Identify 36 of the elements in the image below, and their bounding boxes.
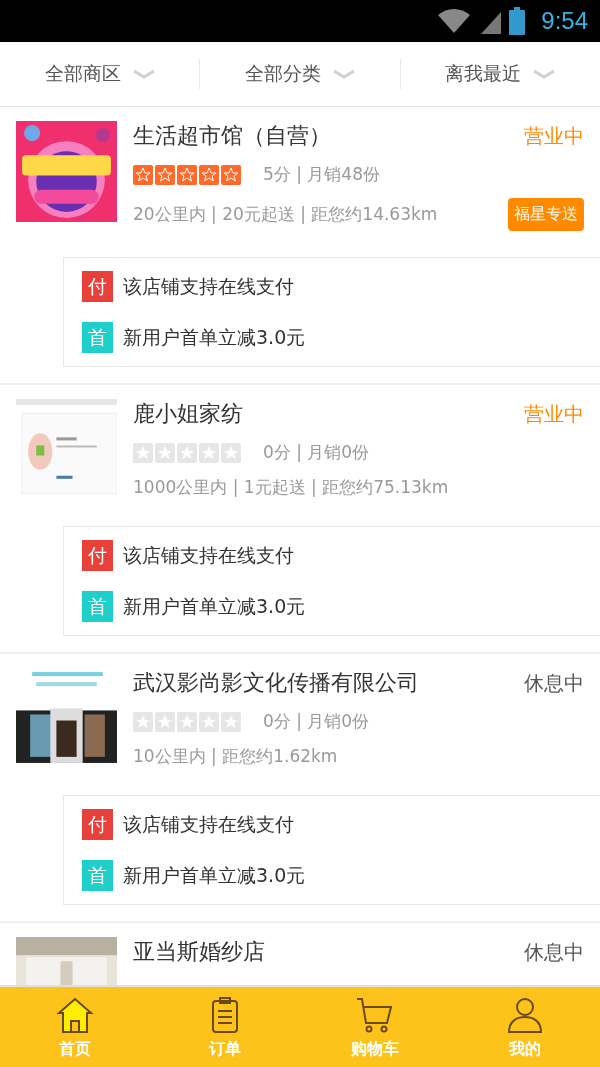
filter-dropdown[interactable]: 全部商区	[0, 59, 200, 89]
promo-text: 该店铺支持在线支付	[123, 811, 294, 837]
promo-text: 该店铺支持在线支付	[123, 542, 294, 568]
store-name[interactable]: 鹿小姐家纺	[133, 399, 243, 429]
clock: 9:54	[541, 7, 588, 35]
store-name[interactable]: 武汉影尚影文化传播有限公司	[133, 668, 419, 698]
rating-sales: 0分 | 月销0份	[263, 710, 370, 733]
delivery-badge: 福星专送	[508, 198, 584, 231]
filter-dropdown[interactable]: 离我最近	[399, 59, 600, 89]
delivery-info: 10公里内 | 距您约1.62km	[133, 745, 338, 768]
filter-dropdown[interactable]: 全部分类	[199, 59, 400, 89]
wifi-icon	[437, 7, 472, 35]
promo-text: 该店铺支持在线支付	[123, 273, 294, 299]
store-status: 营业中	[524, 122, 584, 150]
promo-tag: 付	[82, 540, 113, 571]
delivery-info: 1000公里内 | 1元起送 | 距您约75.13km	[133, 476, 449, 499]
promo-text: 新用户首单立减3.0元	[123, 862, 306, 888]
chevron-down-icon	[132, 69, 155, 79]
chevron-down-icon	[533, 69, 556, 79]
store-name[interactable]: 生活超市馆（自营）	[133, 121, 331, 151]
store-status: 营业中	[524, 400, 584, 428]
store-status: 休息中	[524, 938, 584, 966]
store-name[interactable]: 亚当斯婚纱店	[133, 937, 265, 967]
promo-tag: 首	[82, 322, 113, 353]
chevron-down-icon	[333, 69, 355, 79]
promo-tag: 付	[82, 271, 113, 302]
battery-icon	[509, 7, 526, 35]
delivery-info: 20公里内 | 20元起送 | 距您约14.63km	[133, 203, 438, 226]
store-status: 休息中	[524, 669, 584, 697]
promo-tag: 首	[82, 591, 113, 622]
promo-tag: 付	[82, 809, 113, 840]
rating-sales: 0分 | 月销0份	[263, 441, 370, 464]
promo-text: 新用户首单立减3.0元	[123, 324, 306, 350]
rating-sales: 5分 | 月销48份	[263, 163, 380, 186]
promo-text: 新用户首单立减3.0元	[123, 593, 306, 619]
promo-tag: 首	[82, 860, 113, 891]
